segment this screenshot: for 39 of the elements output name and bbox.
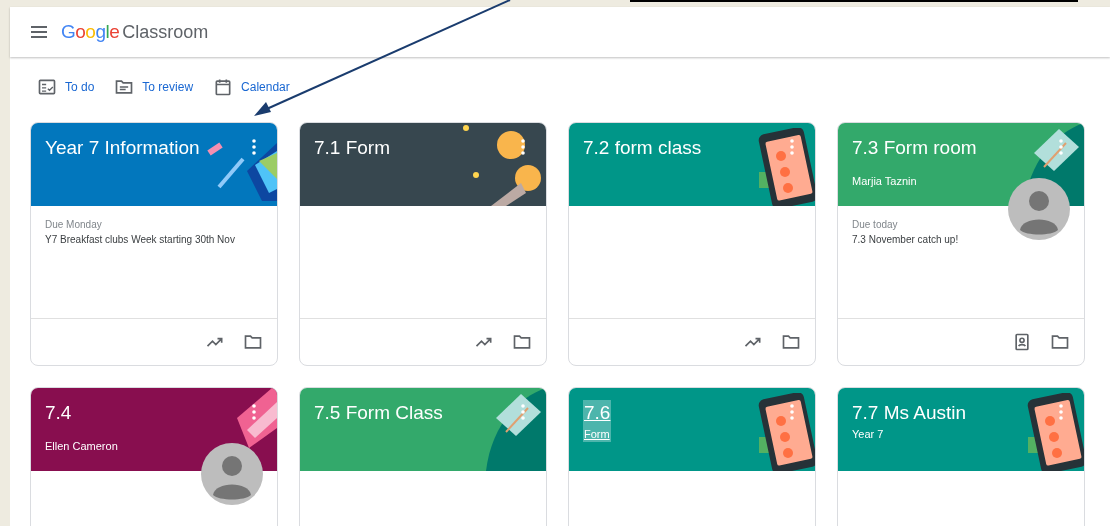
due-label: Due Monday — [45, 218, 102, 232]
brand-logo[interactable]: Google — [61, 17, 120, 47]
class-subtitle: Marjia Taznin — [852, 174, 917, 189]
nav-link[interactable]: Calendar — [213, 77, 290, 97]
class-card[interactable]: 7.5 Form Class — [299, 387, 547, 526]
class-title[interactable]: 7.5 Form Class — [314, 400, 443, 426]
nav-link[interactable]: To review — [114, 77, 194, 97]
due-label: Due today — [852, 218, 898, 232]
class-title[interactable]: 7.1 Form — [314, 135, 391, 161]
assignment-link[interactable]: 7.3 November catch up! — [852, 232, 959, 248]
more-options-icon[interactable] — [521, 139, 525, 155]
class-subtitle: Year 7 — [852, 427, 884, 442]
folder-icon[interactable] — [512, 332, 532, 352]
class-title[interactable]: 7.2 form class — [583, 135, 702, 161]
class-subtitle: Ellen Cameron — [45, 439, 118, 454]
class-card[interactable]: 7.7 Ms Austin Year 7 — [837, 387, 1085, 526]
folder-icon[interactable] — [243, 332, 263, 352]
class-title[interactable]: 7.4 — [45, 400, 72, 426]
product-name[interactable]: Classroom — [122, 18, 209, 46]
class-card[interactable]: 7.1 Form — [299, 122, 547, 366]
assignment-link[interactable]: Y7 Breakfast clubs Week starting 30th Nov — [45, 232, 235, 248]
more-options-icon[interactable] — [252, 404, 256, 420]
calendar-icon — [213, 77, 234, 97]
id-badge-icon[interactable] — [1012, 332, 1032, 352]
folder-lines-icon — [114, 77, 135, 97]
class-card[interactable]: Year 7 Information Due Monday Y7 Breakfast clubs Week starting 30th Nov — [30, 122, 278, 366]
class-subtitle: Form — [583, 426, 611, 442]
class-title[interactable]: 7.7 Ms Austin — [852, 400, 967, 426]
class-title[interactable]: 7.3 Form room — [852, 135, 977, 161]
class-title[interactable]: Year 7 Information — [45, 135, 200, 161]
class-card[interactable]: 7.2 form class — [568, 122, 816, 366]
nav-link[interactable]: To do — [37, 77, 95, 97]
folder-icon[interactable] — [1050, 332, 1070, 352]
menu-icon[interactable] — [31, 26, 47, 38]
checklist-icon — [37, 77, 57, 97]
more-options-icon[interactable] — [252, 139, 256, 155]
class-card[interactable]: 7.3 Form room Marjia Taznin Due today 7.3 November catch up! — [837, 122, 1085, 366]
folder-icon[interactable] — [781, 332, 801, 352]
class-card[interactable]: 7.4 Ellen Cameron — [30, 387, 278, 526]
